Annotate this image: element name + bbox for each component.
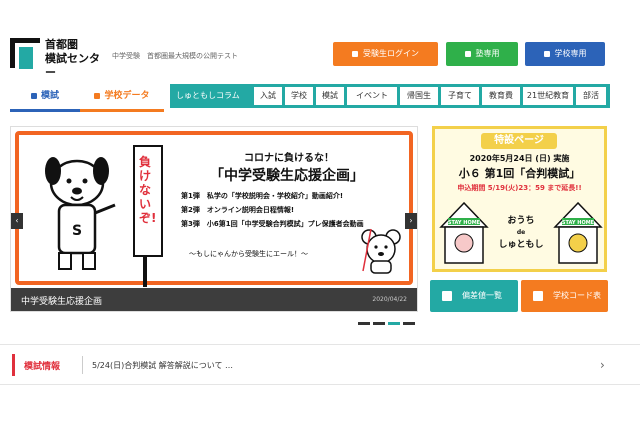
column-link[interactable]: しゅともしコラム bbox=[176, 84, 240, 108]
site-header: 首都圏 模試センター 中学受験 首都圏最大規模の公開テスト 受験生ログイン 塾専… bbox=[0, 0, 640, 80]
logo-line-1: 首都圏 bbox=[45, 38, 78, 51]
ouchi-line-1: おうち bbox=[507, 216, 535, 226]
special-application-note: 申込期間 5/19(火)23：59 まで延長!! bbox=[457, 184, 582, 192]
carousel-caption-title: 中学受験生応援企画 bbox=[21, 297, 103, 307]
news-headline[interactable]: 5/24(日)合判模試 解答解説について … bbox=[92, 360, 233, 371]
sign-pole bbox=[143, 257, 147, 287]
hero-carousel[interactable]: S 負けないぞ! コロナに負けるな！ 「中学受験生応援企画」 第1弾 私学の「学… bbox=[10, 126, 418, 312]
carousel-next-arrow[interactable]: › bbox=[405, 213, 417, 229]
student-login-button[interactable]: 受験生ログイン bbox=[333, 42, 438, 66]
house-stay-home-sign: STAY HOME bbox=[448, 220, 481, 226]
carousel-caption-date: 2020/04/22 bbox=[372, 296, 407, 303]
category-mock-exam[interactable]: 模試 bbox=[316, 87, 344, 105]
special-page-label: 特設ページ bbox=[481, 133, 557, 149]
special-page-banner[interactable]: 特設ページ 2020年5月24日 (日) 実施 小６ 第1回「合判模試」 申込期… bbox=[432, 126, 607, 272]
hero-banner[interactable]: S 負けないぞ! コロナに負けるな！ 「中学受験生応援企画」 第1弾 私学の「学… bbox=[15, 131, 413, 287]
news-section-title: 模試情報 bbox=[24, 362, 61, 372]
table-icon bbox=[533, 290, 543, 301]
category-21st-century[interactable]: 21世紀教育 bbox=[523, 87, 573, 105]
carousel-dot[interactable] bbox=[403, 322, 415, 325]
carousel-caption-bar[interactable]: 中学受験生応援企画 2020/04/22 bbox=[11, 288, 417, 311]
svg-text:S: S bbox=[72, 223, 82, 239]
category-parenting[interactable]: 子育て bbox=[441, 87, 479, 105]
lock-icon bbox=[464, 50, 471, 57]
section-divider bbox=[0, 344, 640, 345]
section-divider bbox=[0, 384, 640, 385]
carousel-dot[interactable] bbox=[388, 322, 400, 325]
hensachi-list-button[interactable]: 偏差値一覧 bbox=[430, 280, 518, 312]
school-icon bbox=[94, 92, 101, 99]
cheer-sign-text: 負けないぞ! bbox=[139, 155, 157, 225]
banner-footer-text: 〜もしにゃんから受験生にエール！〜 bbox=[189, 250, 308, 258]
category-event[interactable]: イベント bbox=[347, 87, 397, 105]
category-club[interactable]: 部活 bbox=[576, 87, 606, 105]
banner-line-2: 第2弾 オンライン説明会日程情報! bbox=[181, 206, 295, 214]
banner-headline-main: 「中学受験生応援企画」 bbox=[210, 168, 364, 184]
ouchi-line-3: しゅともし bbox=[498, 240, 544, 250]
carousel-dot[interactable] bbox=[373, 322, 385, 325]
tab-exam[interactable]: 模試 bbox=[10, 84, 80, 112]
news-separator bbox=[82, 356, 83, 374]
banner-line-1: 第1弾 私学の「学校説明会・学校紹介」動画紹介! bbox=[181, 192, 344, 200]
site-tagline: 中学受験 首都圏最大規模の公開テスト bbox=[112, 52, 238, 60]
lock-icon bbox=[352, 50, 358, 57]
ouchi-line-2: de bbox=[516, 229, 526, 236]
category-entrance-exam[interactable]: 入試 bbox=[254, 87, 282, 105]
category-education-cost[interactable]: 教育費 bbox=[482, 87, 520, 105]
banner-headline-small: コロナに負けるな！ bbox=[244, 153, 334, 164]
school-button[interactable]: 学校専用 bbox=[525, 42, 605, 66]
special-exam-date: 2020年5月24日 (日) 実施 bbox=[469, 154, 570, 163]
exam-news-row[interactable]: 模試情報 5/24(日)合判模試 解答解説について … › bbox=[0, 352, 620, 380]
ouchi-de-shutomoshi: おうち de しゅともし bbox=[493, 215, 549, 251]
book-icon bbox=[30, 92, 37, 99]
site-logo-mark[interactable] bbox=[10, 38, 40, 69]
lock-icon bbox=[543, 50, 550, 57]
mouse-mascot-illustration bbox=[361, 228, 401, 274]
site-logo-text[interactable]: 首都圏 模試センター bbox=[45, 38, 105, 80]
news-accent-mark bbox=[12, 354, 15, 376]
school-code-table-button[interactable]: 学校コード表 bbox=[521, 280, 608, 312]
house-illustration: STAY HOME bbox=[439, 201, 489, 264]
chevron-right-icon[interactable]: › bbox=[600, 358, 605, 372]
house-stay-home-sign: STAY HOME bbox=[562, 220, 595, 226]
category-returnee[interactable]: 帰国生 bbox=[400, 87, 438, 105]
banner-line-3: 第3弾 小6第1回「中学受験合判模試」プレ保護者会動画 bbox=[181, 220, 364, 228]
juku-button[interactable]: 塾専用 bbox=[446, 42, 518, 66]
dog-mascot-illustration: S bbox=[45, 157, 116, 270]
category-school[interactable]: 学校 bbox=[285, 87, 313, 105]
main-nav: 模試 学校データ しゅともしコラム 入試 学校 模試 イベント 帰国生 子育て … bbox=[0, 84, 640, 112]
cheer-sign: 負けないぞ! bbox=[133, 145, 163, 257]
special-exam-title: 小６ 第1回「合判模試」 bbox=[458, 167, 581, 180]
carousel-dot[interactable] bbox=[358, 322, 370, 325]
logo-line-2: 模試センター bbox=[45, 52, 100, 79]
house-illustration: STAY HOME bbox=[553, 201, 603, 264]
list-icon bbox=[442, 290, 452, 301]
tab-school-data[interactable]: 学校データ bbox=[80, 84, 164, 112]
carousel-prev-arrow[interactable]: ‹ bbox=[11, 213, 23, 229]
